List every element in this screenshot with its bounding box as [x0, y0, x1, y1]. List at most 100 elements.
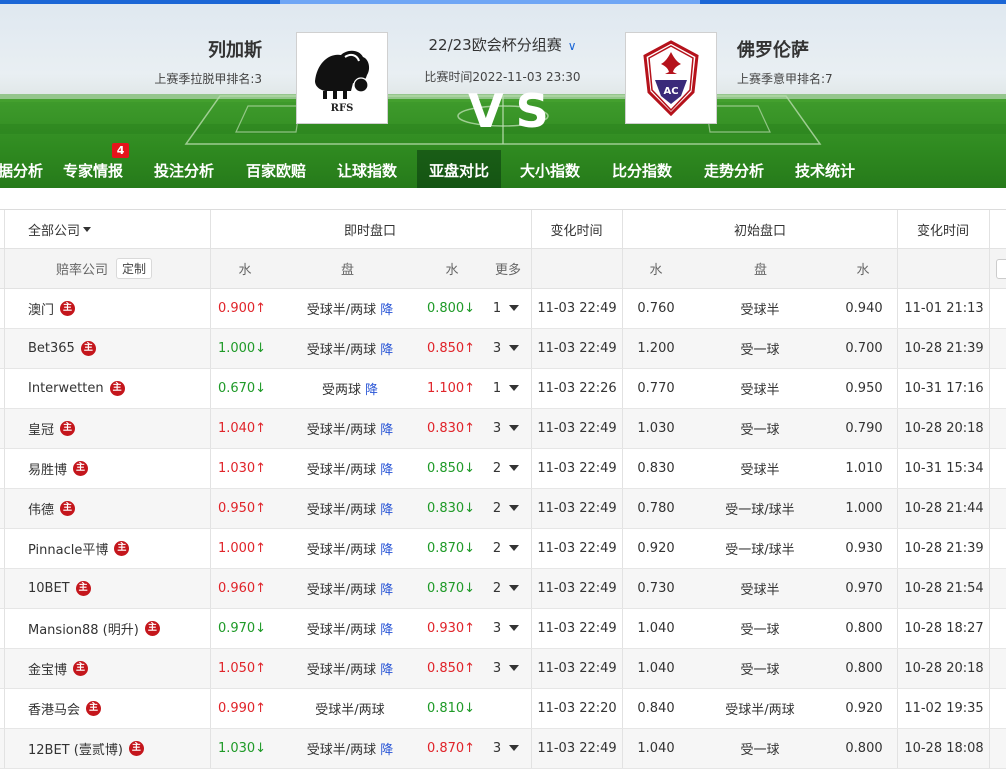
more-dropdown[interactable]: 3 [486, 409, 526, 448]
home-team-logo[interactable]: RFS [296, 32, 388, 124]
away-team-logo[interactable]: AC [625, 32, 717, 124]
more-dropdown[interactable]: 3 [486, 729, 526, 768]
table-row[interactable]: 12BET (壹贰博) 主 1.030 ↓ 受球半/两球降 0.870 ↑ 3 11-03 22… [0, 729, 1006, 769]
more-dropdown[interactable]: 2 [486, 449, 526, 488]
more-dropdown[interactable]: 3 [486, 649, 526, 688]
header-initial-change-time: 变化时间 [916, 223, 969, 239]
arrow-up-icon: ↑ [464, 381, 476, 396]
init-water2: 0.920 [845, 701, 883, 716]
table-row[interactable]: 香港马会主 0.990 ↑ 受球半/两球 0.810 ↓ 11-03 22:20 0.840 受… [0, 689, 1006, 729]
main-badge-icon: 主 [109, 381, 125, 396]
vs-label: VS [468, 84, 561, 138]
live-handicap[interactable]: 受球半/两球降 [280, 649, 420, 688]
tab-european-odds[interactable]: 百家欧赔 [234, 150, 318, 188]
company-name[interactable]: 10BET 主 [0, 569, 210, 608]
table-row[interactable]: 金宝博主 1.050 ↑ 受球半/两球降 0.850 ↑ 3 11-03 22:49 1.040… [0, 649, 1006, 689]
live-handicap[interactable]: 受球半/两球降 [280, 529, 420, 568]
live-handicap[interactable]: 受球半/两球 [280, 689, 420, 728]
main-badge-icon: 主 [60, 421, 76, 436]
tab-tech-stats[interactable]: 技术统计 [783, 150, 867, 188]
init-handicap: 受球半 [740, 463, 780, 478]
main-badge-icon: 主 [86, 701, 102, 716]
match-time: 比赛时间2022-11-03 23:30 [424, 70, 581, 84]
table-row[interactable]: Mansion88 (明升) 主 0.970 ↓ 受球半/两球降 0.930 ↑ 3 11-03… [0, 609, 1006, 649]
chevron-down-icon: ∨ [567, 39, 577, 53]
company-name[interactable]: Pinnacle平博主 [0, 529, 210, 568]
fiorentina-crest-icon: AC [643, 40, 699, 116]
more-dropdown[interactable]: 2 [486, 529, 526, 568]
customize-button[interactable]: 定制 [116, 258, 153, 279]
live-handicap[interactable]: 受球半/两球降 [280, 329, 420, 368]
init-water2: 0.790 [845, 421, 883, 436]
live-handicap[interactable]: 受球半/两球降 [280, 729, 420, 768]
caret-down-icon [509, 344, 520, 351]
tab-expert-info[interactable]: 专家情报 4 [51, 143, 135, 188]
tab-betting-analysis[interactable]: 投注分析 [142, 150, 226, 188]
table-row[interactable]: Interwetten 主 0.670 ↓ 受两球降 1.100 ↑ 1 11-03 22:26… [0, 369, 1006, 409]
company-name[interactable]: Mansion88 (明升) 主 [0, 609, 210, 648]
company-filter-dropdown[interactable]: 全部公司 [28, 210, 208, 248]
live-handicap[interactable]: 受球半/两球降 [280, 409, 420, 448]
away-team-name[interactable]: 佛罗伦萨 [737, 36, 897, 62]
more-dropdown[interactable]: 3 [486, 609, 526, 648]
init-handicap: 受一球 [740, 663, 780, 678]
company-name[interactable]: 12BET (壹贰博) 主 [0, 729, 210, 768]
caret-down-icon [509, 304, 520, 311]
tab-asian-handicap[interactable]: 亚盘对比 [417, 150, 502, 188]
table-row[interactable]: 澳门主 0.900 ↑ 受球半/两球降 0.800 ↓ 1 11-03 22:49 0.760 受… [0, 289, 1006, 329]
live-handicap[interactable]: 受两球降 [280, 369, 420, 408]
init-change-time: 10-28 21:44 [904, 501, 984, 516]
table-row[interactable]: 10BET 主 0.960 ↑ 受球半/两球降 0.870 ↓ 2 11-03 22:49 0.7… [0, 569, 1006, 609]
company-name[interactable]: Bet365 主 [0, 329, 210, 368]
league-selector[interactable]: 22/23欧会杯分组赛 ∨ [395, 34, 610, 55]
more-dropdown[interactable]: 2 [486, 489, 526, 528]
main-badge-icon: 主 [73, 661, 89, 676]
table-row[interactable]: 皇冠主 1.040 ↑ 受球半/两球降 0.830 ↑ 3 11-03 22:49 1.030 受… [0, 409, 1006, 449]
home-team-name[interactable]: 列加斯 [137, 36, 262, 62]
company-name[interactable]: 香港马会主 [0, 689, 210, 728]
init-handicap: 受球半 [740, 583, 780, 598]
live-handicap[interactable]: 受球半/两球降 [280, 449, 420, 488]
init-change-time: 10-28 21:39 [904, 341, 984, 356]
arrow-down-icon: ↓ [255, 621, 267, 636]
tab-data-analysis[interactable]: 据分析 [0, 150, 55, 188]
live-water1: 0.970 ↓ [217, 621, 267, 636]
init-water2: 0.700 [845, 341, 883, 356]
live-handicap[interactable]: 受球半/两球降 [280, 289, 420, 328]
header-init-water2: 水 [856, 263, 870, 278]
company-name[interactable]: 伟德主 [0, 489, 210, 528]
company-name[interactable]: Interwetten 主 [0, 369, 210, 408]
live-handicap[interactable]: 受球半/两球降 [280, 489, 420, 528]
live-water2: 0.800 ↓ [426, 301, 476, 316]
live-change-time: 11-03 22:49 [537, 341, 617, 356]
live-handicap[interactable]: 受球半/两球降 [280, 569, 420, 608]
decrease-label: 降 [380, 663, 394, 678]
live-water2: 0.870 ↑ [426, 741, 476, 756]
company-name[interactable]: 澳门主 [0, 289, 210, 328]
arrow-up-icon: ↑ [255, 581, 267, 596]
company-name[interactable]: 皇冠主 [0, 409, 210, 448]
table-row[interactable]: Bet365 主 1.000 ↓ 受球半/两球降 0.850 ↑ 3 11-03 22:49 1.… [0, 329, 1006, 369]
table-row[interactable]: 易胜博主 1.030 ↑ 受球半/两球降 0.850 ↓ 2 11-03 22:49 0.830… [0, 449, 1006, 489]
table-row[interactable]: Pinnacle平博主 1.000 ↑ 受球半/两球降 0.870 ↓ 2 11-03 22:… [0, 529, 1006, 569]
company-name[interactable]: 金宝博主 [0, 649, 210, 688]
tab-handicap-index[interactable]: 让球指数 [325, 150, 409, 188]
more-dropdown[interactable]: 1 [486, 289, 526, 328]
tab-trend-analysis[interactable]: 走势分析 [692, 150, 776, 188]
live-change-time: 11-03 22:49 [537, 581, 617, 596]
live-water1: 1.000 ↓ [217, 341, 267, 356]
tab-score-index[interactable]: 比分指数 [600, 150, 684, 188]
more-dropdown[interactable]: 3 [486, 329, 526, 368]
away-team: 佛罗伦萨 上赛季意甲排名:7 [737, 36, 897, 87]
tab-over-under[interactable]: 大小指数 [508, 150, 592, 188]
table-row[interactable]: 伟德主 0.950 ↑ 受球半/两球降 0.830 ↓ 2 11-03 22:49 0.780 受… [0, 489, 1006, 529]
header-initial-odds: 初始盘口 [733, 223, 786, 239]
live-change-time: 11-03 22:49 [537, 301, 617, 316]
more-dropdown[interactable]: 2 [486, 569, 526, 608]
more-dropdown[interactable]: 1 [486, 369, 526, 408]
live-handicap[interactable]: 受球半/两球降 [280, 609, 420, 648]
company-name[interactable]: 易胜博主 [0, 449, 210, 488]
scroll-handle[interactable] [996, 259, 1006, 279]
init-handicap: 受一球 [740, 423, 780, 438]
header-water2: 水 [445, 263, 459, 278]
